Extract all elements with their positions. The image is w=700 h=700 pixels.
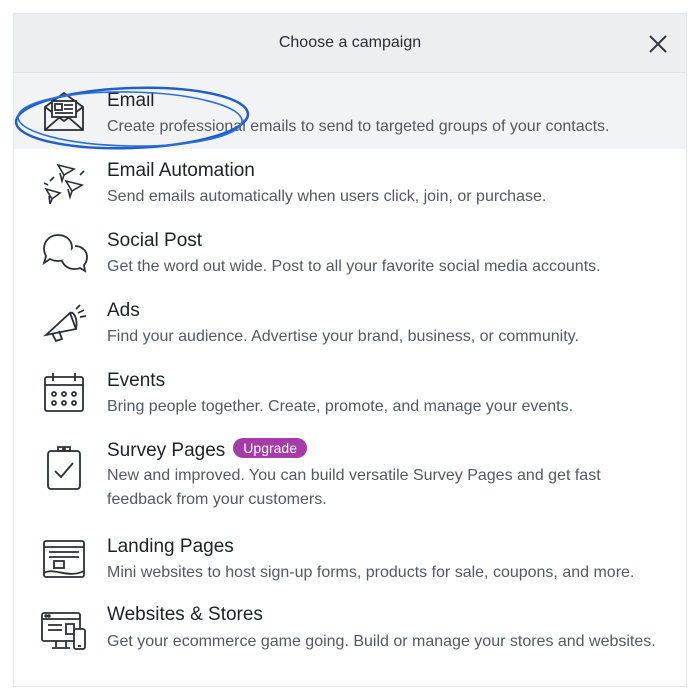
dialog-header: Choose a campaign [14, 14, 686, 73]
campaign-description: Bring people together. Create, promote, … [107, 398, 574, 415]
speech-bubbles-icon [40, 229, 88, 277]
desktop-mobile-icon [40, 607, 88, 655]
campaign-item-email[interactable]: Email Create professional emails to send… [14, 73, 686, 149]
campaign-description: Mini websites to host sign-up forms, pro… [107, 564, 635, 581]
campaign-title: Email Automation [107, 160, 255, 181]
clipboard-check-icon [40, 443, 88, 491]
campaign-item-landing-pages[interactable]: Landing Pages Mini websites to host sign… [14, 525, 686, 595]
campaign-title: Events [107, 370, 166, 391]
campaign-title: Survey Pages [107, 440, 226, 461]
paper-planes-icon [40, 159, 88, 207]
campaign-item-events[interactable]: Events Bring people together. Create, pr… [14, 359, 686, 429]
campaign-description: Find your audience. Advertise your brand… [107, 328, 579, 345]
upgrade-badge[interactable]: Upgrade [233, 438, 307, 458]
campaign-title: Social Post [107, 230, 203, 251]
campaign-item-email-automation[interactable]: Email Automation Send emails automatical… [14, 149, 686, 219]
close-button[interactable] [642, 28, 674, 60]
campaign-item-websites-stores[interactable]: Websites & Stores Get your ecommerce gam… [14, 595, 686, 687]
campaign-title-row: Survey Pages Upgrade [107, 438, 307, 462]
campaign-item-survey-pages[interactable]: Survey Pages Upgrade New and improved. Yo… [14, 429, 686, 525]
email-envelope-icon [40, 87, 88, 135]
campaign-description: Get the word out wide. Post to all your … [107, 258, 601, 275]
campaign-title: Websites & Stores [107, 604, 263, 625]
campaign-title: Landing Pages [107, 536, 234, 557]
campaign-title: Email [107, 90, 155, 111]
campaign-description: Create professional emails to send to ta… [107, 118, 610, 135]
campaign-description: Get your ecommerce game going. Build or … [107, 633, 656, 650]
campaign-title: Ads [107, 300, 140, 321]
campaign-description: Send emails automatically when users cli… [107, 188, 547, 205]
landing-page-icon [40, 535, 88, 583]
dialog-title: Choose a campaign [278, 34, 422, 51]
close-icon [649, 35, 667, 53]
campaign-item-ads[interactable]: Ads Find your audience. Advertise your b… [14, 289, 686, 359]
campaign-dialog: Choose a campaign Email Create professio… [14, 14, 686, 686]
campaign-item-social-post[interactable]: Social Post Get the word out wide. Post … [14, 219, 686, 289]
calendar-icon [40, 369, 88, 417]
megaphone-icon [40, 299, 88, 347]
campaign-description: New and improved. You can build versatil… [107, 467, 601, 508]
